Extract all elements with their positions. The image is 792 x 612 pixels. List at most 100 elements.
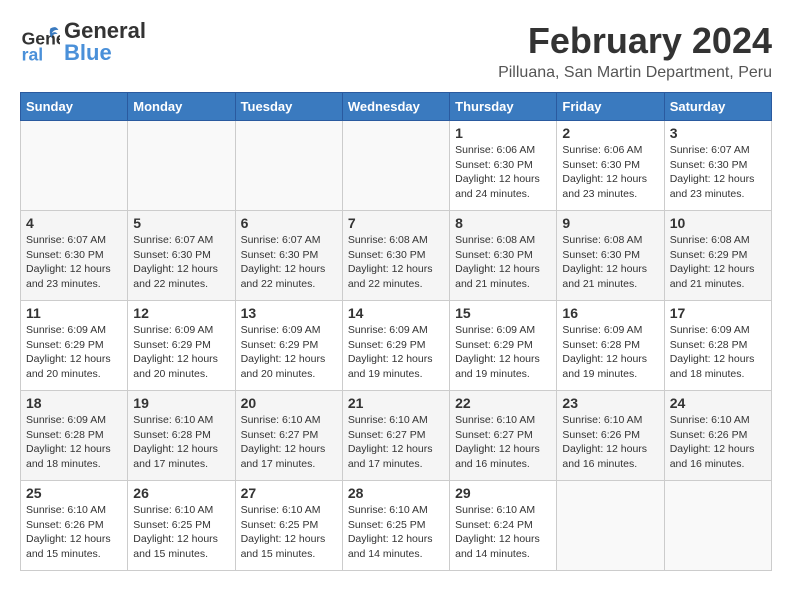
day-info: Sunrise: 6:06 AM Sunset: 6:30 PM Dayligh… (455, 143, 551, 202)
day-info: Sunrise: 6:10 AM Sunset: 6:27 PM Dayligh… (348, 413, 444, 472)
day-number: 15 (455, 305, 551, 321)
calendar-table: Sunday Monday Tuesday Wednesday Thursday… (20, 92, 772, 571)
day-number: 4 (26, 215, 122, 231)
day-number: 21 (348, 395, 444, 411)
day-info: Sunrise: 6:09 AM Sunset: 6:29 PM Dayligh… (348, 323, 444, 382)
day-info: Sunrise: 6:10 AM Sunset: 6:26 PM Dayligh… (26, 503, 122, 562)
day-info: Sunrise: 6:08 AM Sunset: 6:30 PM Dayligh… (455, 233, 551, 292)
day-number: 24 (670, 395, 766, 411)
day-info: Sunrise: 6:10 AM Sunset: 6:26 PM Dayligh… (670, 413, 766, 472)
calendar-cell (664, 481, 771, 571)
day-info: Sunrise: 6:10 AM Sunset: 6:25 PM Dayligh… (133, 503, 229, 562)
day-number: 16 (562, 305, 658, 321)
col-monday: Monday (128, 93, 235, 121)
calendar-header: Sunday Monday Tuesday Wednesday Thursday… (21, 93, 772, 121)
day-number: 5 (133, 215, 229, 231)
day-number: 18 (26, 395, 122, 411)
day-info: Sunrise: 6:09 AM Sunset: 6:28 PM Dayligh… (26, 413, 122, 472)
calendar-cell: 3 Sunrise: 6:07 AM Sunset: 6:30 PM Daylig… (664, 121, 771, 211)
svg-text:ral: ral (22, 44, 44, 62)
col-sunday: Sunday (21, 93, 128, 121)
calendar-cell: 4 Sunrise: 6:07 AM Sunset: 6:30 PM Daylig… (21, 211, 128, 301)
calendar-cell: 17 Sunrise: 6:09 AM Sunset: 6:28 PM Dayli… (664, 301, 771, 391)
calendar-week-2: 11 Sunrise: 6:09 AM Sunset: 6:29 PM Dayli… (21, 301, 772, 391)
calendar-week-1: 4 Sunrise: 6:07 AM Sunset: 6:30 PM Daylig… (21, 211, 772, 301)
calendar-cell: 9Sunrise: 6:08 AM Sunset: 6:30 PM Daylig… (557, 211, 664, 301)
title-section: February 2024 Pilluana, San Martin Depar… (498, 20, 772, 82)
day-number: 26 (133, 485, 229, 501)
day-number: 11 (26, 305, 122, 321)
calendar-cell: 5Sunrise: 6:07 AM Sunset: 6:30 PM Daylig… (128, 211, 235, 301)
header-row: Sunday Monday Tuesday Wednesday Thursday… (21, 93, 772, 121)
logo-icon: Gene ral (20, 22, 60, 62)
day-number: 19 (133, 395, 229, 411)
calendar-cell: 13 Sunrise: 6:09 AM Sunset: 6:29 PM Dayli… (235, 301, 342, 391)
day-info: Sunrise: 6:10 AM Sunset: 6:24 PM Dayligh… (455, 503, 551, 562)
day-number: 13 (241, 305, 337, 321)
calendar-cell (557, 481, 664, 571)
month-title: February 2024 (498, 20, 772, 62)
calendar-body: 1Sunrise: 6:06 AM Sunset: 6:30 PM Daylig… (21, 121, 772, 571)
calendar-cell: 15 Sunrise: 6:09 AM Sunset: 6:29 PM Dayli… (450, 301, 557, 391)
col-saturday: Saturday (664, 93, 771, 121)
calendar-cell: 12Sunrise: 6:09 AM Sunset: 6:29 PM Dayli… (128, 301, 235, 391)
day-info: Sunrise: 6:08 AM Sunset: 6:29 PM Dayligh… (670, 233, 766, 292)
day-info: Sunrise: 6:07 AM Sunset: 6:30 PM Dayligh… (26, 233, 122, 292)
day-info: Sunrise: 6:09 AM Sunset: 6:29 PM Dayligh… (133, 323, 229, 382)
calendar-cell: 10 Sunrise: 6:08 AM Sunset: 6:29 PM Dayli… (664, 211, 771, 301)
calendar-cell: 19 Sunrise: 6:10 AM Sunset: 6:28 PM Dayli… (128, 391, 235, 481)
day-info: Sunrise: 6:10 AM Sunset: 6:28 PM Dayligh… (133, 413, 229, 472)
calendar-cell: 29 Sunrise: 6:10 AM Sunset: 6:24 PM Dayli… (450, 481, 557, 571)
calendar-cell: 26 Sunrise: 6:10 AM Sunset: 6:25 PM Dayli… (128, 481, 235, 571)
calendar-cell: 22Sunrise: 6:10 AM Sunset: 6:27 PM Dayli… (450, 391, 557, 481)
day-number: 6 (241, 215, 337, 231)
day-number: 29 (455, 485, 551, 501)
day-number: 28 (348, 485, 444, 501)
day-number: 22 (455, 395, 551, 411)
col-tuesday: Tuesday (235, 93, 342, 121)
day-info: Sunrise: 6:09 AM Sunset: 6:29 PM Dayligh… (241, 323, 337, 382)
day-info: Sunrise: 6:10 AM Sunset: 6:26 PM Dayligh… (562, 413, 658, 472)
calendar-cell (235, 121, 342, 211)
day-number: 8 (455, 215, 551, 231)
calendar-week-0: 1Sunrise: 6:06 AM Sunset: 6:30 PM Daylig… (21, 121, 772, 211)
calendar-cell: 23Sunrise: 6:10 AM Sunset: 6:26 PM Dayli… (557, 391, 664, 481)
day-info: Sunrise: 6:09 AM Sunset: 6:29 PM Dayligh… (26, 323, 122, 382)
day-info: Sunrise: 6:10 AM Sunset: 6:25 PM Dayligh… (348, 503, 444, 562)
day-number: 3 (670, 125, 766, 141)
calendar-cell: 6 Sunrise: 6:07 AM Sunset: 6:30 PM Daylig… (235, 211, 342, 301)
calendar-cell: 18 Sunrise: 6:09 AM Sunset: 6:28 PM Dayli… (21, 391, 128, 481)
calendar-cell: 28 Sunrise: 6:10 AM Sunset: 6:25 PM Dayli… (342, 481, 449, 571)
header: Gene ral General Blue February 2024 Pill… (20, 20, 772, 82)
day-number: 27 (241, 485, 337, 501)
logo-general: General (64, 20, 146, 42)
day-number: 2 (562, 125, 658, 141)
calendar-week-4: 25Sunrise: 6:10 AM Sunset: 6:26 PM Dayli… (21, 481, 772, 571)
col-thursday: Thursday (450, 93, 557, 121)
calendar-cell: 21 Sunrise: 6:10 AM Sunset: 6:27 PM Dayli… (342, 391, 449, 481)
day-info: Sunrise: 6:07 AM Sunset: 6:30 PM Dayligh… (241, 233, 337, 292)
day-info: Sunrise: 6:09 AM Sunset: 6:29 PM Dayligh… (455, 323, 551, 382)
calendar-cell (342, 121, 449, 211)
calendar-cell: 8 Sunrise: 6:08 AM Sunset: 6:30 PM Daylig… (450, 211, 557, 301)
day-info: Sunrise: 6:07 AM Sunset: 6:30 PM Dayligh… (670, 143, 766, 202)
calendar-cell: 24 Sunrise: 6:10 AM Sunset: 6:26 PM Dayli… (664, 391, 771, 481)
calendar-cell (21, 121, 128, 211)
logo-blue: Blue (64, 42, 146, 64)
day-info: Sunrise: 6:06 AM Sunset: 6:30 PM Dayligh… (562, 143, 658, 202)
calendar-cell: 7Sunrise: 6:08 AM Sunset: 6:30 PM Daylig… (342, 211, 449, 301)
calendar-cell: 11 Sunrise: 6:09 AM Sunset: 6:29 PM Dayli… (21, 301, 128, 391)
calendar-cell: 1Sunrise: 6:06 AM Sunset: 6:30 PM Daylig… (450, 121, 557, 211)
day-number: 14 (348, 305, 444, 321)
calendar-cell: 16Sunrise: 6:09 AM Sunset: 6:28 PM Dayli… (557, 301, 664, 391)
day-number: 17 (670, 305, 766, 321)
day-info: Sunrise: 6:08 AM Sunset: 6:30 PM Dayligh… (562, 233, 658, 292)
day-info: Sunrise: 6:09 AM Sunset: 6:28 PM Dayligh… (670, 323, 766, 382)
calendar-cell: 2 Sunrise: 6:06 AM Sunset: 6:30 PM Daylig… (557, 121, 664, 211)
col-friday: Friday (557, 93, 664, 121)
day-number: 20 (241, 395, 337, 411)
day-number: 10 (670, 215, 766, 231)
logo: Gene ral General Blue (20, 20, 146, 64)
calendar-week-3: 18 Sunrise: 6:09 AM Sunset: 6:28 PM Dayli… (21, 391, 772, 481)
day-info: Sunrise: 6:10 AM Sunset: 6:27 PM Dayligh… (241, 413, 337, 472)
